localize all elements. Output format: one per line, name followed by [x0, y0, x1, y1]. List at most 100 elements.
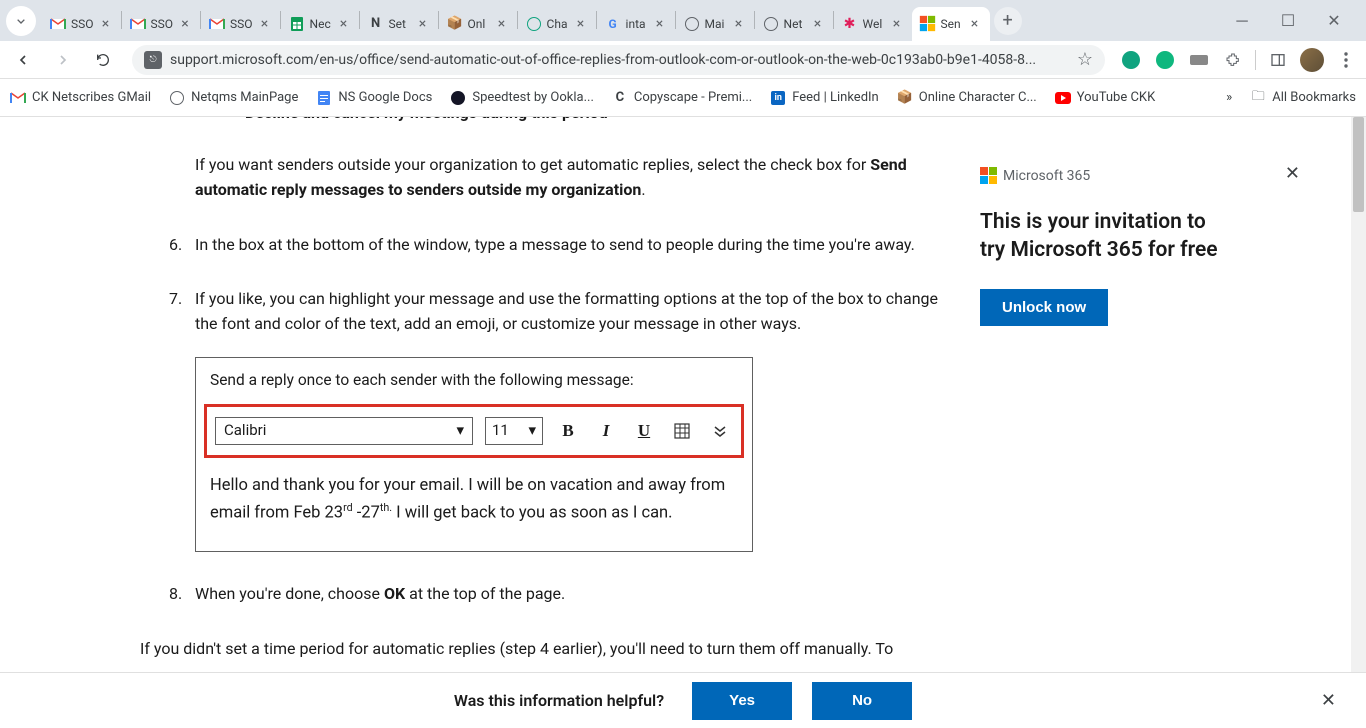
profile-avatar[interactable]: [1300, 48, 1324, 72]
url-text: support.microsoft.com/en-us/office/send-…: [170, 52, 1069, 68]
tab-close-icon[interactable]: ×: [258, 17, 272, 31]
bookmark-star-icon[interactable]: ☆: [1077, 49, 1093, 70]
scrollbar-thumb[interactable]: [1353, 117, 1364, 212]
paragraph-outside-org: If you want senders outside your organiz…: [195, 153, 950, 203]
more-format-button[interactable]: [707, 418, 733, 444]
underline-button[interactable]: U: [631, 418, 657, 444]
tab-favicon-icon: [209, 16, 225, 32]
folder-icon: 🗀: [1250, 90, 1266, 106]
tab-favicon-icon: [130, 16, 146, 32]
new-tab-button[interactable]: +: [994, 7, 1022, 35]
promo-brand: Microsoft 365: [980, 167, 1220, 184]
scrollbar-track[interactable]: [1351, 117, 1366, 728]
browser-tab[interactable]: SSO ×: [201, 7, 280, 41]
browser-tab[interactable]: NSet×: [360, 7, 438, 41]
tab-close-icon[interactable]: ×: [968, 17, 982, 31]
feedback-bar: Was this information helpful? Yes No ✕: [0, 672, 1366, 728]
browser-tab[interactable]: SSO ×: [42, 7, 121, 41]
tab-close-icon[interactable]: ×: [495, 17, 509, 31]
tab-title: SSO: [230, 17, 253, 31]
chrome-menu-icon[interactable]: [1334, 48, 1358, 72]
bookmark-favicon-icon: [10, 90, 26, 106]
browser-tab[interactable]: Ginta×: [597, 7, 675, 41]
browser-tab[interactable]: 📦Onl×: [439, 7, 517, 41]
bookmark-item[interactable]: YouTube CKK: [1055, 90, 1156, 106]
bookmarks-overflow[interactable]: »: [1226, 90, 1232, 105]
extension-icon-2[interactable]: [1153, 48, 1177, 72]
tab-title: Sen: [941, 17, 963, 31]
all-bookmarks-button[interactable]: 🗀 All Bookmarks: [1250, 90, 1356, 106]
font-size-dropdown[interactable]: 11 ▾: [485, 417, 543, 445]
page-viewport: Decline and cancel my meetings during th…: [0, 117, 1366, 728]
tab-search-dropdown[interactable]: [6, 6, 36, 36]
close-window-button[interactable]: ✕: [1320, 7, 1348, 35]
browser-tab[interactable]: SSO×: [122, 7, 201, 41]
extension-icon-3[interactable]: [1187, 48, 1211, 72]
bookmark-item[interactable]: CK Netscribes GMail: [10, 90, 151, 106]
feedback-question: Was this information helpful?: [454, 691, 664, 710]
unlock-now-button[interactable]: Unlock now: [980, 289, 1108, 326]
tab-title: Net: [784, 17, 806, 31]
editor-screenshot: Send a reply once to each sender with th…: [195, 357, 753, 552]
tab-close-icon[interactable]: ×: [178, 17, 192, 31]
tab-favicon-icon: [526, 16, 542, 32]
browser-tab[interactable]: Net ×: [755, 7, 833, 41]
bookmark-item[interactable]: inFeed | LinkedIn: [770, 90, 879, 106]
tab-title: SSO: [71, 17, 94, 31]
browser-tab[interactable]: Mai×: [676, 7, 754, 41]
bookmark-item[interactable]: C Copyscape - Premi...: [612, 90, 752, 106]
browser-tab[interactable]: Cha ×: [518, 7, 596, 41]
extension-icon-1[interactable]: [1119, 48, 1143, 72]
bookmark-favicon-icon: [316, 90, 332, 106]
bold-button[interactable]: B: [555, 418, 581, 444]
tab-title: Onl: [468, 17, 490, 31]
tab-close-icon[interactable]: ×: [890, 17, 904, 31]
feedback-yes-button[interactable]: Yes: [692, 682, 792, 720]
bookmark-item[interactable]: 📦Online Character C...: [897, 90, 1037, 106]
bookmark-item[interactable]: Netqms MainPage: [169, 90, 298, 106]
chevron-down-icon: ▾: [456, 419, 464, 442]
maximize-button[interactable]: ☐: [1274, 7, 1302, 35]
forward-button[interactable]: [48, 45, 78, 75]
editor-message-body: Hello and thank you for your email. I wi…: [196, 468, 752, 551]
site-settings-icon[interactable]: ⎋: [144, 51, 162, 69]
editor-toolbar-highlight: Calibri ▾ 11 ▾ B I U: [204, 404, 744, 458]
tab-close-icon[interactable]: ×: [416, 17, 430, 31]
tab-close-icon[interactable]: ×: [653, 17, 667, 31]
bookmark-item[interactable]: Speedtest by Ookla...: [450, 90, 594, 106]
browser-tab[interactable]: ✱Wel×: [834, 7, 912, 41]
bookmark-label: Copyscape - Premi...: [634, 90, 752, 105]
tab-favicon-icon: [763, 16, 779, 32]
browser-tab[interactable]: Sen ×: [912, 7, 990, 41]
bookmark-favicon-icon: C: [612, 90, 628, 106]
feedback-close-button[interactable]: ✕: [1321, 690, 1336, 711]
step-6: In the box at the bottom of the window, …: [195, 233, 950, 258]
extensions-menu-icon[interactable]: [1221, 48, 1245, 72]
bookmark-label: CK Netscribes GMail: [32, 90, 151, 105]
tab-close-icon[interactable]: ×: [337, 17, 351, 31]
browser-tab[interactable]: Nec×: [281, 7, 359, 41]
tab-title: inta: [626, 17, 648, 31]
url-field[interactable]: ⎋ support.microsoft.com/en-us/office/sen…: [132, 45, 1105, 75]
tab-favicon-icon: [684, 16, 700, 32]
side-panel-icon[interactable]: [1266, 48, 1290, 72]
bookmark-label: Speedtest by Ookla...: [472, 90, 594, 105]
tab-close-icon[interactable]: ×: [811, 17, 825, 31]
tab-close-icon[interactable]: ×: [732, 17, 746, 31]
back-button[interactable]: [8, 45, 38, 75]
tab-title: Wel: [863, 17, 885, 31]
table-button[interactable]: [669, 418, 695, 444]
reload-button[interactable]: [88, 45, 118, 75]
bookmark-item[interactable]: NS Google Docs: [316, 90, 432, 106]
tab-title: Cha: [547, 17, 569, 31]
italic-button[interactable]: I: [593, 418, 619, 444]
tab-close-icon[interactable]: ×: [574, 17, 588, 31]
tab-close-icon[interactable]: ×: [99, 17, 113, 31]
article-content: Decline and cancel my meetings during th…: [0, 117, 980, 728]
trailing-paragraph: If you didn't set a time period for auto…: [140, 637, 950, 662]
promo-close-button[interactable]: ✕: [1285, 163, 1300, 184]
font-family-dropdown[interactable]: Calibri ▾: [215, 417, 473, 445]
feedback-no-button[interactable]: No: [812, 682, 912, 720]
minimize-button[interactable]: ─: [1228, 7, 1256, 35]
tab-favicon-icon: [50, 16, 66, 32]
